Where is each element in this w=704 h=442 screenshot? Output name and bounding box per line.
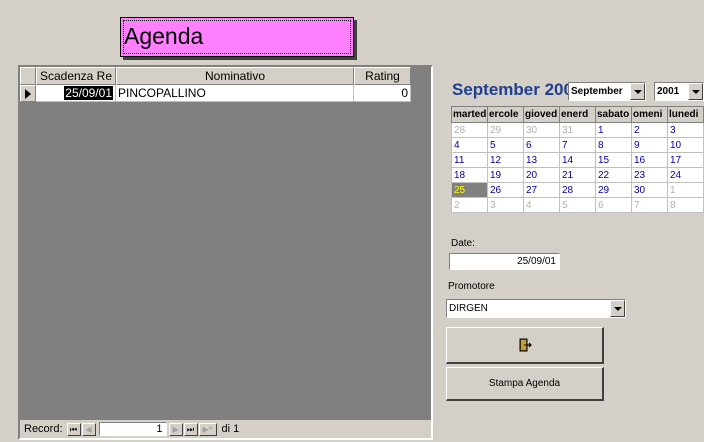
column-header-rating[interactable]: Rating: [354, 67, 411, 85]
cell-scadenza[interactable]: 25/09/01: [36, 85, 116, 102]
record-number-input[interactable]: 1: [98, 422, 167, 436]
calendar-day[interactable]: 3: [487, 197, 524, 213]
calendar-week-row: 18 19 20 21 22 23 24: [451, 167, 704, 183]
calendar-week-row: 2345678: [451, 197, 704, 213]
column-header-nominativo[interactable]: Nominativo: [116, 67, 354, 85]
calendar-day[interactable]: 15: [595, 152, 632, 168]
month-select-value: September: [571, 86, 623, 97]
table-row[interactable]: 25/09/01 PINCOPALLINO 0: [20, 85, 411, 102]
record-navigation-bar: Record: ⏮ ◀ 1 ▶ ⏭ ▶* di 1: [20, 420, 431, 438]
calendar-day[interactable]: 12: [487, 152, 524, 168]
calendar-week-row: 4 5 6 7 8 9 10: [451, 137, 704, 153]
page-title: Agenda: [124, 23, 204, 49]
calendar-day[interactable]: 21: [559, 167, 596, 183]
cell-scadenza-value: 25/09/01: [64, 86, 113, 100]
calendar-day[interactable]: 13: [523, 152, 560, 168]
new-record-button[interactable]: ▶*: [198, 422, 217, 436]
calendar-week-row: 11 12 13 14 15 16 17: [451, 152, 704, 168]
calendar-day[interactable]: 5: [487, 137, 524, 153]
calendar-day[interactable]: 2: [631, 122, 668, 138]
weekday-header: ercole: [487, 106, 524, 123]
calendar-day[interactable]: 2: [451, 197, 488, 213]
calendar-grid[interactable]: marted ercole gioved enerd sabato omeni lunedi…: [451, 106, 704, 213]
calendar-day[interactable]: 31: [559, 122, 596, 138]
header-corner[interactable]: [20, 67, 36, 85]
calendar-day[interactable]: 1: [667, 182, 704, 198]
month-select[interactable]: September: [568, 82, 646, 101]
calendar-day[interactable]: 3: [667, 122, 704, 138]
weekday-header: lunedi: [667, 106, 704, 123]
last-record-button[interactable]: ⏭: [183, 422, 198, 436]
cell-nominativo[interactable]: PINCOPALLINO: [116, 85, 354, 102]
date-field[interactable]: 25/09/01: [449, 253, 560, 270]
cell-rating[interactable]: 0: [354, 85, 411, 102]
calendar-day[interactable]: 27: [523, 182, 560, 198]
calendar-week-row: 25 26 27 28 29 30 1: [451, 182, 704, 198]
calendar-day[interactable]: 7: [631, 197, 668, 213]
current-record-arrow-icon: [25, 89, 31, 99]
record-label: Record:: [24, 423, 63, 435]
calendar-day[interactable]: 4: [523, 197, 560, 213]
calendar-day[interactable]: 6: [523, 137, 560, 153]
calendar-day[interactable]: 9: [631, 137, 668, 153]
weekday-header: gioved: [523, 106, 560, 123]
calendar-day[interactable]: 18: [451, 167, 488, 183]
exit-button[interactable]: [446, 327, 604, 364]
calendar-day[interactable]: 29: [595, 182, 632, 198]
calendar-day[interactable]: 30: [523, 122, 560, 138]
calendar-weekday-row: marted ercole gioved enerd sabato omeni lunedi: [451, 106, 704, 123]
record-selector[interactable]: [20, 85, 36, 102]
calendar-day[interactable]: 20: [523, 167, 560, 183]
first-record-button[interactable]: ⏮: [66, 422, 81, 436]
next-record-button[interactable]: ▶: [168, 422, 183, 436]
year-select[interactable]: 2001: [654, 82, 704, 101]
calendar-day[interactable]: 7: [559, 137, 596, 153]
weekday-header: enerd: [559, 106, 596, 123]
calendar-day[interactable]: 4: [451, 137, 488, 153]
promotore-select-value: DIRGEN: [449, 303, 488, 314]
chevron-down-icon[interactable]: [688, 83, 703, 100]
calendar-day[interactable]: 1: [595, 122, 632, 138]
date-label: Date:: [451, 238, 475, 249]
calendar-day-selected[interactable]: 25: [451, 182, 488, 198]
promotore-label: Promotore: [448, 281, 495, 292]
calendar-day[interactable]: 16: [631, 152, 668, 168]
agenda-datasheet[interactable]: Scadenza Re Nominativo Rating 25/09/01 P…: [18, 65, 433, 440]
calendar-day[interactable]: 8: [667, 197, 704, 213]
calendar-day[interactable]: 5: [559, 197, 596, 213]
chevron-down-icon[interactable]: [630, 83, 645, 100]
weekday-header: sabato: [595, 106, 632, 123]
record-total: di 1: [221, 423, 240, 435]
calendar-day[interactable]: 8: [595, 137, 632, 153]
calendar-week-row: 28 29 30 31 1 2 3: [451, 122, 704, 138]
exit-door-icon: [519, 338, 532, 352]
calendar-day[interactable]: 14: [559, 152, 596, 168]
calendar-day[interactable]: 22: [595, 167, 632, 183]
print-agenda-button[interactable]: Stampa Agenda: [446, 367, 604, 401]
calendar-day[interactable]: 28: [451, 122, 488, 138]
calendar-day[interactable]: 10: [667, 137, 704, 153]
chevron-down-icon[interactable]: [610, 300, 625, 317]
calendar-day[interactable]: 24: [667, 167, 704, 183]
column-header-scadenza[interactable]: Scadenza Re: [36, 67, 116, 85]
year-select-value: 2001: [657, 86, 680, 97]
calendar-day[interactable]: 6: [595, 197, 632, 213]
weekday-header: marted: [451, 106, 488, 123]
calendar-day[interactable]: 28: [559, 182, 596, 198]
calendar-title: September 2001: [452, 80, 583, 99]
calendar-day[interactable]: 17: [667, 152, 704, 168]
weekday-header: omeni: [631, 106, 668, 123]
promotore-select[interactable]: DIRGEN: [446, 299, 626, 318]
calendar-day[interactable]: 29: [487, 122, 524, 138]
datasheet-header: Scadenza Re Nominativo Rating: [20, 67, 411, 85]
previous-record-button[interactable]: ◀: [81, 422, 96, 436]
calendar-day[interactable]: 23: [631, 167, 668, 183]
calendar-day[interactable]: 11: [451, 152, 488, 168]
form-title-box: Agenda: [120, 17, 354, 57]
calendar-day[interactable]: 30: [631, 182, 668, 198]
calendar-day[interactable]: 19: [487, 167, 524, 183]
calendar-day[interactable]: 26: [487, 182, 524, 198]
